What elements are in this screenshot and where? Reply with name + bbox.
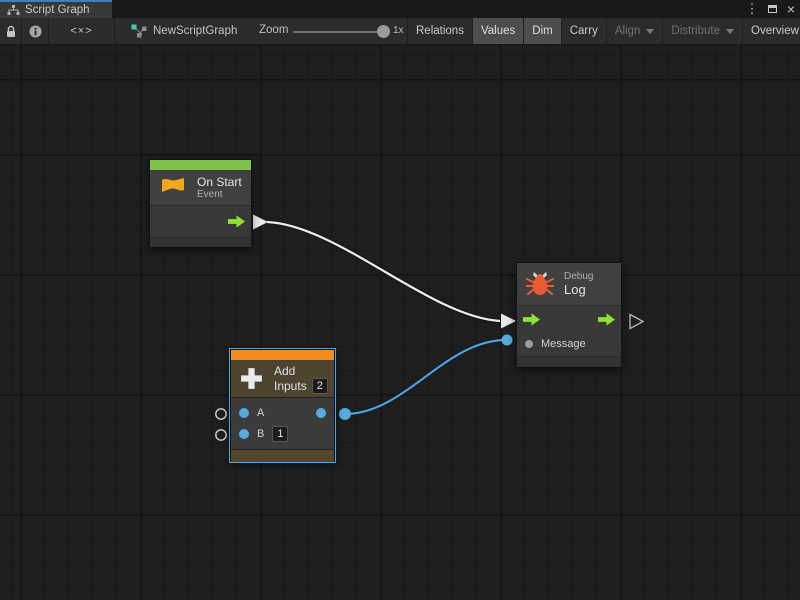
node-title: Log bbox=[564, 283, 593, 297]
toolbar-toggle-group: Relations Values Dim Carry Align Distrib… bbox=[407, 18, 800, 44]
close-icon: × bbox=[787, 1, 795, 17]
bug-icon bbox=[526, 271, 554, 297]
carry-button[interactable]: Carry bbox=[561, 18, 606, 44]
node-debug-log[interactable]: Debug Log Message bbox=[516, 262, 622, 368]
close-button[interactable]: × bbox=[782, 0, 800, 18]
zoom-slider-handle[interactable] bbox=[377, 25, 390, 38]
relations-button[interactable]: Relations bbox=[407, 18, 472, 44]
wire-add-to-message[interactable] bbox=[345, 340, 506, 414]
info-button[interactable] bbox=[22, 18, 49, 44]
wire-onstart-to-log[interactable] bbox=[267, 222, 500, 321]
math-color-bar bbox=[231, 350, 334, 360]
port-b-icon[interactable] bbox=[239, 429, 249, 439]
graph-name: NewScriptGraph bbox=[153, 25, 237, 37]
chevron-down-icon bbox=[726, 29, 734, 34]
log-flow-input-connector[interactable] bbox=[501, 314, 516, 329]
flow-arrow-icon[interactable] bbox=[598, 313, 615, 326]
node-header: On Start Event bbox=[150, 170, 251, 206]
inputs-label: Inputs bbox=[274, 379, 307, 393]
message-input-connector[interactable] bbox=[502, 335, 513, 346]
node-subtitle: Event bbox=[197, 189, 242, 201]
distribute-dropdown[interactable]: Distribute bbox=[662, 18, 742, 44]
node-footer bbox=[231, 449, 334, 462]
node-footer bbox=[517, 356, 621, 367]
result-port-icon[interactable] bbox=[316, 408, 326, 418]
tab-script-graph[interactable]: Script Graph bbox=[0, 0, 112, 18]
graph-canvas[interactable]: On Start Event Debug Log bbox=[0, 45, 800, 600]
code-view-button[interactable]: <×> bbox=[49, 18, 115, 44]
lock-icon bbox=[5, 25, 17, 38]
add-port-a-connector[interactable] bbox=[216, 409, 226, 419]
flow-arrow-icon[interactable] bbox=[228, 215, 245, 228]
graph-hierarchy-icon bbox=[7, 5, 20, 16]
script-graph-icon bbox=[131, 24, 147, 38]
zoom-label: Zoom bbox=[259, 24, 288, 36]
node-header: Debug Log bbox=[517, 263, 621, 306]
onstart-output-connector[interactable] bbox=[253, 215, 268, 230]
port-a-icon[interactable] bbox=[239, 408, 249, 418]
port-a-label: A bbox=[257, 407, 264, 419]
event-color-bar bbox=[150, 160, 251, 170]
window-menu-button[interactable]: ⋮ bbox=[744, 0, 760, 18]
add-port-b-connector[interactable] bbox=[216, 430, 226, 440]
add-output-connector[interactable] bbox=[339, 408, 351, 420]
kebab-menu-icon: ⋮ bbox=[746, 1, 759, 17]
port-b-value-field[interactable]: 1 bbox=[272, 426, 288, 442]
tab-title: Script Graph bbox=[25, 4, 90, 16]
node-footer bbox=[150, 237, 251, 247]
node-title: On Start bbox=[197, 175, 242, 189]
plus-icon bbox=[238, 365, 265, 392]
values-button[interactable]: Values bbox=[472, 18, 523, 44]
node-on-start[interactable]: On Start Event bbox=[149, 159, 252, 248]
code-icon: <×> bbox=[70, 25, 92, 37]
maximize-button[interactable] bbox=[762, 0, 782, 18]
info-icon bbox=[29, 25, 42, 38]
lock-button[interactable] bbox=[0, 18, 22, 44]
log-flow-output-connector[interactable] bbox=[630, 315, 643, 329]
align-dropdown[interactable]: Align bbox=[606, 18, 663, 44]
node-title: Add bbox=[274, 364, 328, 378]
node-add[interactable]: Add Inputs 2 A B 1 bbox=[230, 349, 335, 462]
graph-breadcrumb[interactable]: NewScriptGraph bbox=[131, 18, 237, 44]
toolbar: <×> NewScriptGraph Zoom 1x Relations Val… bbox=[0, 18, 800, 45]
zoom-value: 1x bbox=[393, 25, 404, 36]
wires-overlay bbox=[0, 45, 800, 600]
overview-button[interactable]: Overview bbox=[742, 18, 800, 44]
maximize-icon bbox=[768, 5, 777, 13]
titlebar: Script Graph ⋮ × bbox=[0, 0, 800, 18]
dim-button[interactable]: Dim bbox=[523, 18, 560, 44]
inputs-count-field[interactable]: 2 bbox=[312, 378, 328, 394]
flow-arrow-icon[interactable] bbox=[523, 313, 540, 326]
port-b-label: B bbox=[257, 428, 264, 440]
message-port-label: Message bbox=[541, 338, 586, 350]
chevron-down-icon bbox=[646, 29, 654, 34]
message-port-icon[interactable] bbox=[525, 340, 533, 348]
zoom-slider-track[interactable] bbox=[293, 31, 378, 33]
flag-icon bbox=[158, 176, 188, 200]
node-header: Add Inputs 2 bbox=[231, 360, 334, 398]
